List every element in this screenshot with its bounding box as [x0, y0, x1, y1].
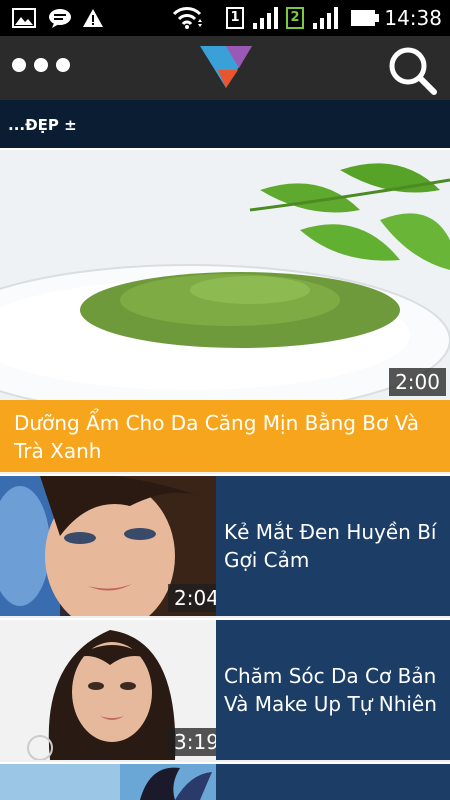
wifi-icon [172, 7, 202, 29]
sim2-badge: 2 [286, 7, 304, 29]
video-duration: 2:04 [168, 584, 216, 612]
video-list-item[interactable] [0, 764, 450, 800]
app-bar [0, 36, 450, 100]
video-duration: 2:00 [389, 368, 446, 396]
battery-icon [351, 10, 379, 26]
divider [0, 760, 450, 762]
video-list-item[interactable]: 3:19 Chăm Sóc Da Cơ Bản Và Make Up Tự Nh… [0, 620, 450, 760]
featured-video-thumbnail[interactable]: 2:00 [0, 150, 450, 400]
section-title: ...ĐẸP ± [8, 116, 77, 134]
green-tea-image [0, 150, 450, 400]
video-title[interactable]: Chăm Sóc Da Cơ Bản Và Make Up Tự Nhiên [224, 620, 442, 760]
butterfly-image [0, 764, 216, 800]
app-logo-icon[interactable] [198, 44, 254, 90]
video-thumbnail[interactable] [0, 764, 216, 800]
status-bar: 1 2 14:38 [0, 0, 450, 36]
video-list-item[interactable]: 2:04 Kẻ Mắt Đen Huyền Bí Gợi Cảm [0, 476, 450, 616]
video-title[interactable]: Kẻ Mắt Đen Huyền Bí Gợi Cảm [224, 476, 442, 616]
message-icon [49, 9, 71, 28]
more-dots-icon[interactable] [12, 58, 70, 72]
featured-video-title[interactable]: Dưỡng Ẩm Cho Da Căng Mịn Bằng Bơ Và Trà … [0, 400, 450, 472]
sim2-signal-icon [313, 7, 338, 29]
gallery-icon [12, 8, 36, 28]
video-duration: 3:19 [168, 728, 216, 756]
search-icon[interactable] [386, 44, 438, 96]
sim1-signal-icon [253, 7, 278, 29]
warning-icon [83, 9, 103, 27]
status-time: 14:38 [384, 6, 442, 30]
sim1-badge: 1 [226, 7, 244, 29]
section-header: ...ĐẸP ± [0, 100, 450, 148]
divider [0, 616, 450, 618]
video-thumbnail[interactable]: 3:19 [0, 620, 216, 760]
divider [0, 472, 450, 474]
video-thumbnail[interactable]: 2:04 [0, 476, 216, 616]
